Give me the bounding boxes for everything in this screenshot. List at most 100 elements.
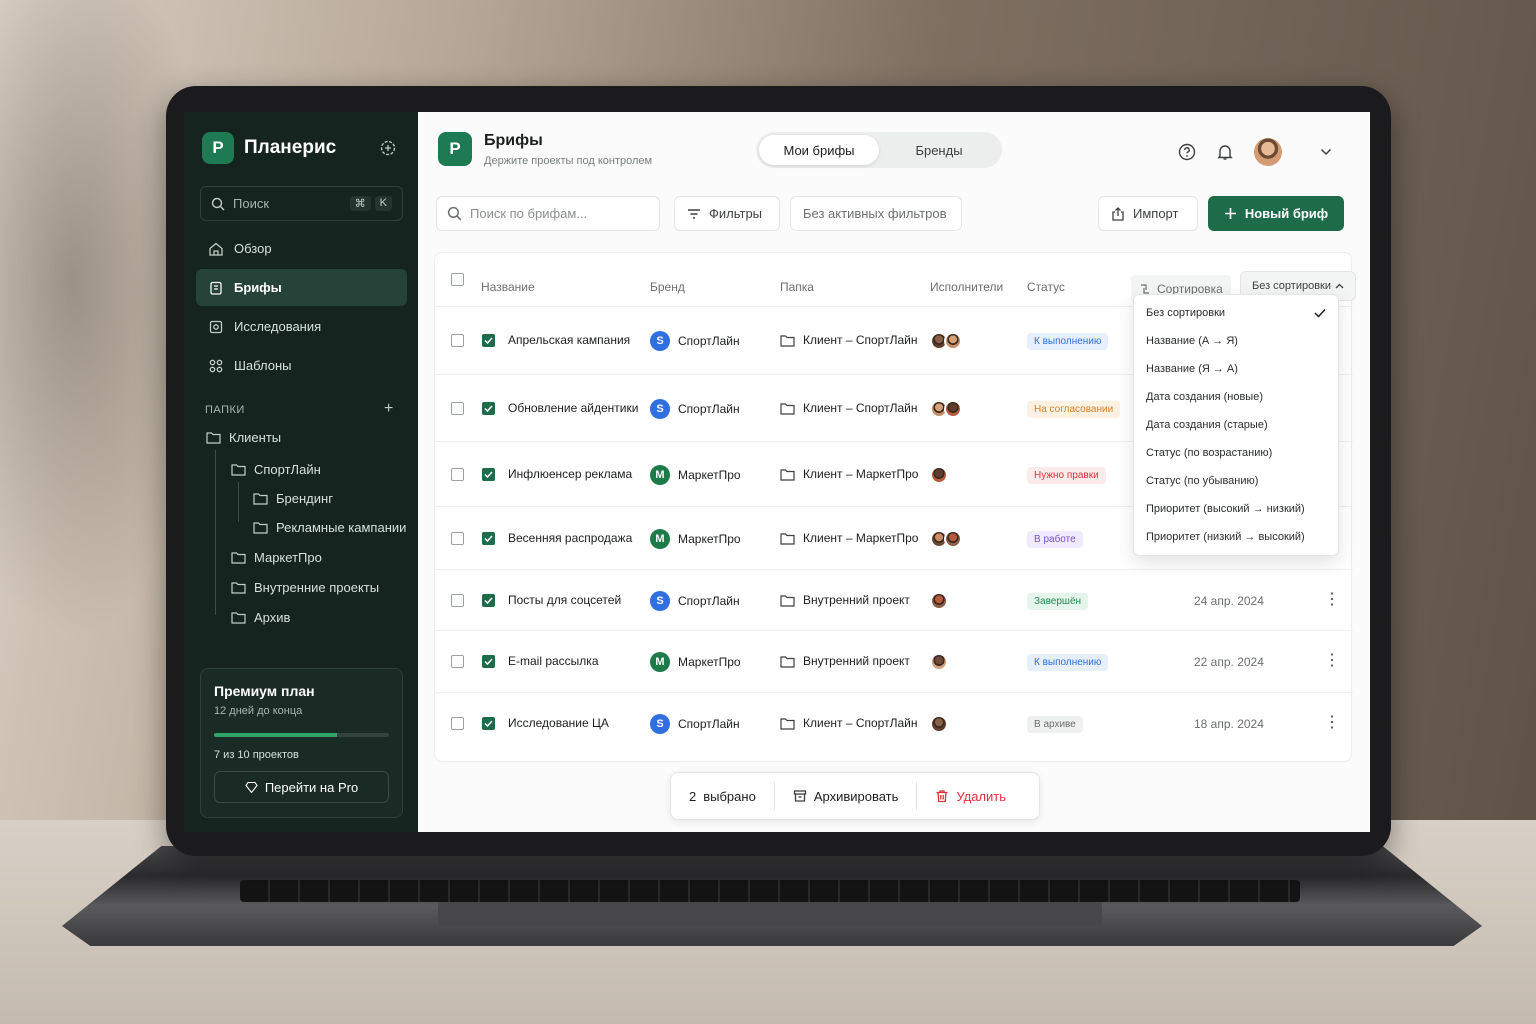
- sportline-logo-icon: S: [650, 591, 670, 611]
- assignees-cell: [930, 715, 948, 733]
- row-select-checkbox[interactable]: [451, 655, 464, 668]
- row-check[interactable]: [482, 402, 495, 415]
- row-select-checkbox[interactable]: [451, 468, 464, 481]
- sort-option[interactable]: Название (Я → А): [1134, 355, 1338, 383]
- row-more-icon[interactable]: ⋮: [1324, 653, 1340, 669]
- row-select-checkbox[interactable]: [451, 532, 464, 545]
- search-icon: [447, 206, 462, 221]
- table-row[interactable]: Посты для соцсетей S СпортЛайн Внутренний…: [435, 569, 1353, 630]
- table-row[interactable]: Исследование ЦА S СпортЛайн Клиент – Спор…: [435, 692, 1353, 754]
- selection-action-bar: 2 выбрано Архивировать Удалить: [670, 772, 1040, 820]
- sidebar-search[interactable]: Поиск ⌘ K: [200, 186, 403, 221]
- sidebar-item-templates[interactable]: Шаблоны: [196, 347, 407, 384]
- help-icon[interactable]: [1178, 143, 1196, 161]
- select-all-checkbox[interactable]: [451, 273, 464, 286]
- column-header-brand[interactable]: Бренд: [650, 280, 685, 294]
- add-workspace-icon[interactable]: [380, 140, 396, 156]
- sort-option[interactable]: Статус (по убыванию): [1134, 467, 1338, 495]
- date-cell: 18 апр. 2024: [1194, 717, 1264, 731]
- trash-icon: [935, 789, 949, 803]
- sort-option[interactable]: Статус (по возрастанию): [1134, 439, 1338, 467]
- brief-name[interactable]: Исследование ЦА: [508, 716, 609, 730]
- tab-my-briefs[interactable]: Мои брифы: [759, 135, 879, 165]
- sort-option[interactable]: Приоритет (низкий → высокий): [1134, 523, 1338, 551]
- folder-ad-campaigns[interactable]: Рекламные кампании: [253, 520, 406, 535]
- archive-button[interactable]: Архивировать: [773, 782, 917, 810]
- bell-icon[interactable]: [1216, 143, 1234, 161]
- row-more-icon[interactable]: ⋮: [1324, 592, 1340, 608]
- sort-option[interactable]: Название (А → Я): [1134, 327, 1338, 355]
- brief-name[interactable]: Инфлюенсер реклама: [508, 467, 632, 481]
- tab-brands[interactable]: Бренды: [879, 135, 999, 165]
- assignee-avatar: [930, 466, 948, 484]
- app-logo[interactable]: P Планерис: [202, 132, 336, 164]
- chevron-down-icon[interactable]: [1320, 148, 1332, 156]
- row-check[interactable]: [482, 655, 495, 668]
- row-check[interactable]: [482, 532, 495, 545]
- row-check[interactable]: [482, 594, 495, 607]
- sidebar-item-label: Обзор: [234, 241, 272, 256]
- tree-line: [215, 450, 216, 615]
- row-more-icon[interactable]: ⋮: [1324, 715, 1340, 731]
- brand-cell: M МаркетПро: [650, 529, 741, 549]
- row-check[interactable]: [482, 334, 495, 347]
- column-header-status[interactable]: Статус: [1027, 280, 1065, 294]
- row-select-checkbox[interactable]: [451, 717, 464, 730]
- checkbox: [451, 717, 464, 730]
- row-select-checkbox[interactable]: [451, 402, 464, 415]
- brief-name[interactable]: Обновление айдентики: [508, 401, 638, 415]
- table-row[interactable]: E-mail рассылка M МаркетПро Внутренний пр…: [435, 630, 1353, 692]
- premium-projects-count: 7 из 10 проектов: [214, 749, 299, 761]
- sidebar-nav: Обзор Брифы Исследования Шаблоны: [196, 230, 407, 386]
- new-brief-button[interactable]: Новый бриф: [1208, 196, 1344, 231]
- brief-name[interactable]: Весенняя распродажа: [508, 531, 632, 545]
- user-avatar[interactable]: [1254, 138, 1282, 166]
- sidebar-item-briefs[interactable]: Брифы: [196, 269, 407, 306]
- upgrade-pro-button[interactable]: Перейти на Pro: [214, 771, 389, 803]
- brand-cell: S СпортЛайн: [650, 331, 740, 351]
- row-select-checkbox[interactable]: [451, 334, 464, 347]
- sidebar-item-research[interactable]: Исследования: [196, 308, 407, 345]
- folder-archive[interactable]: Архив: [231, 610, 290, 625]
- folder-branding[interactable]: Брендинг: [253, 491, 333, 506]
- folder-label: Брендинг: [276, 491, 333, 506]
- column-header-assignees[interactable]: Исполнители: [930, 280, 1003, 294]
- brief-search-input[interactable]: Поиск по брифам...: [436, 196, 660, 231]
- row-select-checkbox[interactable]: [451, 594, 464, 607]
- row-check[interactable]: [482, 468, 495, 481]
- filters-button[interactable]: Фильтры: [674, 196, 780, 231]
- folder-clients[interactable]: Клиенты: [206, 430, 281, 445]
- folder-marketpro[interactable]: МаркетПро: [231, 550, 322, 565]
- folder-label: Архив: [254, 610, 291, 625]
- home-icon: [208, 241, 224, 257]
- folder-internal[interactable]: Внутренние проекты: [231, 580, 379, 595]
- brand-cell: M МаркетПро: [650, 465, 741, 485]
- sort-option[interactable]: Дата создания (старые): [1134, 411, 1338, 439]
- column-header-folder[interactable]: Папка: [780, 280, 814, 294]
- assignee-avatar: [944, 530, 962, 548]
- assignees-cell: [930, 332, 962, 350]
- folder-label: СпортЛайн: [254, 462, 321, 477]
- add-folder-icon[interactable]: +: [384, 400, 393, 418]
- laptop-trackpad: [438, 902, 1102, 926]
- checkbox: [451, 468, 464, 481]
- sort-option[interactable]: Дата создания (новые): [1134, 383, 1338, 411]
- row-check[interactable]: [482, 717, 495, 730]
- chevron-up-icon: [1335, 283, 1344, 289]
- checkbox: [451, 655, 464, 668]
- delete-button[interactable]: Удалить: [916, 782, 1024, 810]
- sort-option[interactable]: Без сортировки: [1134, 299, 1338, 327]
- sort-option[interactable]: Приоритет (высокий → низкий): [1134, 495, 1338, 523]
- brief-name[interactable]: E-mail рассылка: [508, 654, 599, 668]
- tree-line: [238, 482, 239, 522]
- folders-section-label: ПАПКИ: [205, 404, 245, 416]
- folder-sportline[interactable]: СпортЛайн: [231, 462, 321, 477]
- brief-name[interactable]: Апрельская кампания: [508, 333, 630, 347]
- sidebar-item-overview[interactable]: Обзор: [196, 230, 407, 267]
- column-header-name[interactable]: Название: [481, 280, 535, 294]
- brief-name[interactable]: Посты для соцсетей: [508, 593, 621, 607]
- folder-cell: Клиент – МаркетПро: [780, 467, 918, 481]
- folder-cell: Клиент – СпортЛайн: [780, 401, 917, 415]
- import-button[interactable]: Импорт: [1098, 196, 1198, 231]
- folder-icon: [780, 402, 795, 415]
